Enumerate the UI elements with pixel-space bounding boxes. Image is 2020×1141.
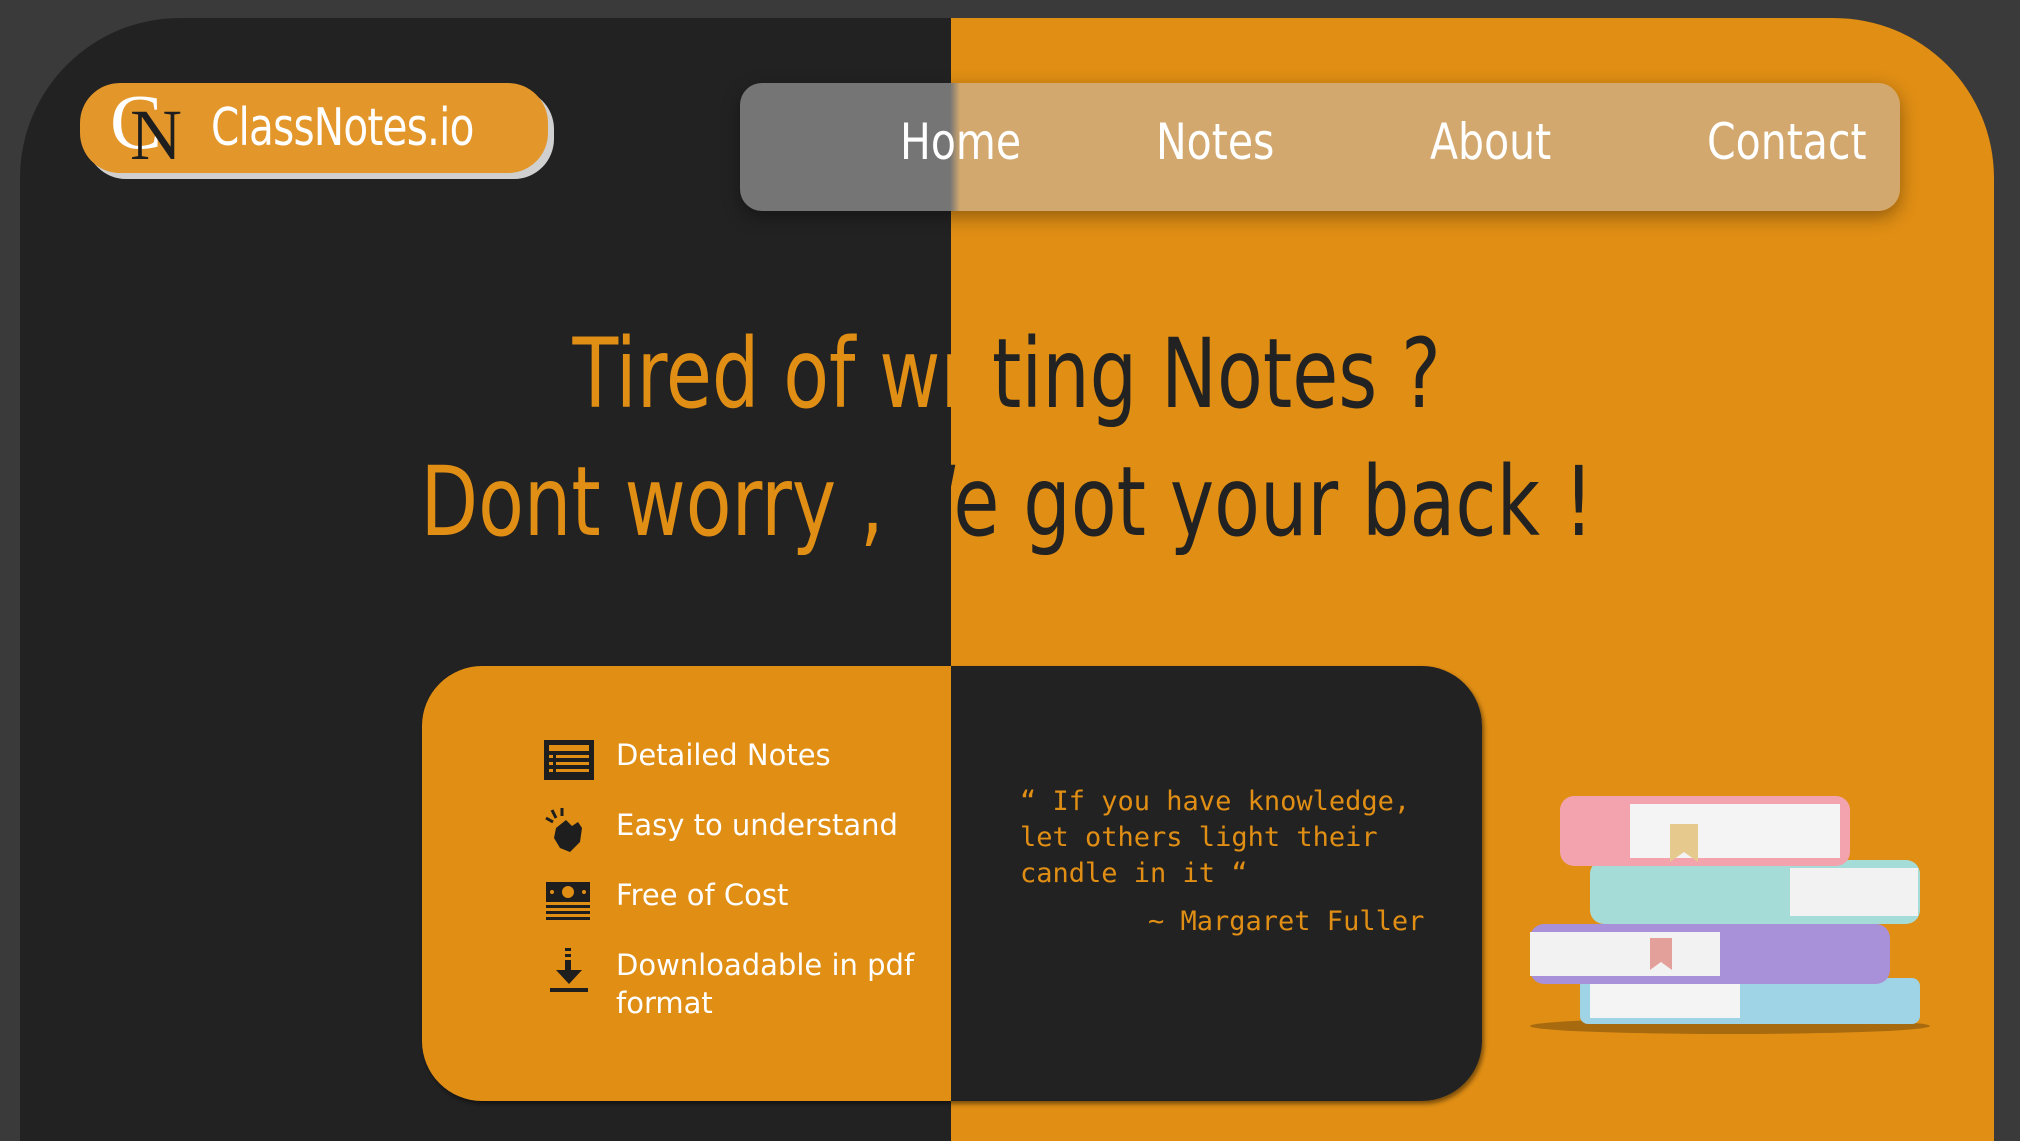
hero-line-1: Tired of writing Notes ? [20,318,1994,430]
download-icon [550,948,588,992]
hero-line-2-part-b: We got your back ! [883,446,1594,558]
hero-line-2: Dont worry ,We got your back ! [20,446,1994,558]
snap-hand-icon [545,808,582,852]
brand-name: ClassNotes.io [211,98,474,158]
hero-line-1-part-b: ting Notes ? [992,318,1442,430]
logo-letter-n: N [130,95,182,175]
hero-line-2-part-a: Dont worry , [420,446,884,558]
logo-mark: C N [110,83,195,173]
main-nav: Home Notes About Contact [740,83,1900,211]
feature-item: Easy to understand [542,806,916,854]
money-bills-icon [546,882,590,920]
nav-notes[interactable]: Notes [1156,113,1274,171]
hero-line-1-part-a: Tired of wri [572,318,993,430]
quote-author: ~ Margaret Fuller [1148,906,1425,937]
nav-contact[interactable]: Contact [1707,113,1867,171]
quote-text: “ If you have knowledge, let others ligh… [1020,786,1411,889]
feature-item: Free of Cost [542,876,916,924]
nav-home[interactable]: Home [900,113,1021,171]
feature-label: Detailed Notes [616,738,831,772]
feature-label: Free of Cost [616,878,789,912]
feature-list: Detailed Notes Easy to understand Free o… [542,736,916,1044]
feature-label: Easy to understand [616,808,898,842]
page-frame: C N ClassNotes.io Home Notes About Conta… [20,18,1994,1141]
feature-item: Detailed Notes [542,736,916,784]
feature-label: Downloadable in pdf format [616,948,915,1020]
features-quote-card: Detailed Notes Easy to understand Free o… [422,666,1482,1101]
notes-list-icon [544,740,594,780]
brand-logo[interactable]: C N ClassNotes.io [80,83,548,173]
feature-item: Downloadable in pdf format [542,946,916,1022]
nav-about[interactable]: About [1430,113,1551,171]
books-stack-illustration [1530,796,1930,1034]
